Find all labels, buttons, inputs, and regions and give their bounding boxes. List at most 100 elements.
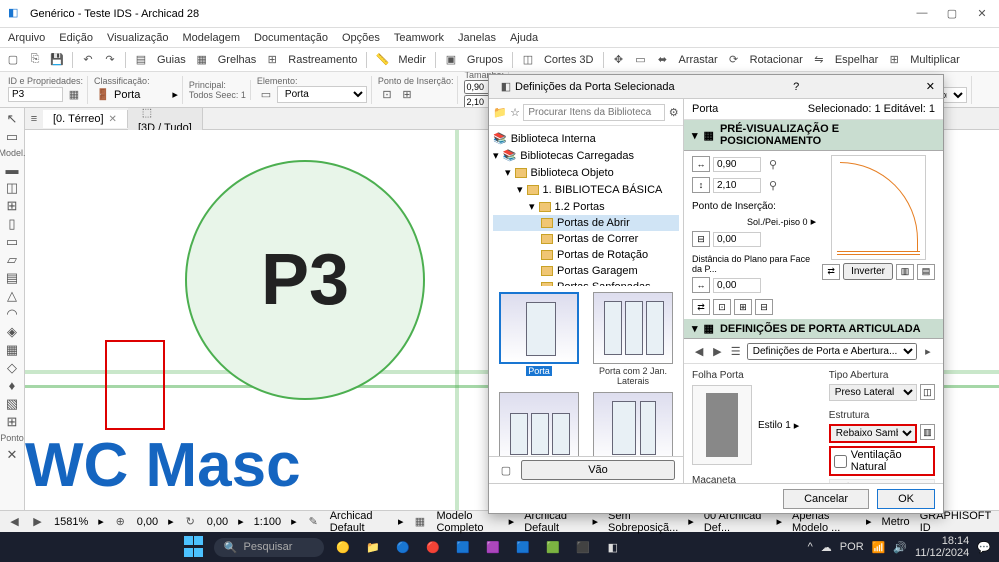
inverter-button2[interactable]: Inverter [843, 263, 893, 280]
roof-tool[interactable]: △ [2, 287, 22, 304]
tab-close-icon[interactable]: ✕ [109, 114, 117, 125]
multiply-label[interactable]: Multiplicar [907, 54, 963, 66]
multiply-icon[interactable]: ⊞ [885, 51, 903, 69]
grid-label[interactable]: Grelhas [215, 54, 260, 66]
archicad-taskbar-icon[interactable]: ◧ [602, 536, 624, 558]
height-icon[interactable]: ↕ [692, 177, 710, 193]
tree-abrir[interactable]: Portas de Abrir [493, 215, 679, 231]
zoom-out-icon[interactable]: ◀ [8, 513, 21, 531]
tray-volume-icon[interactable]: 🔊 [893, 541, 907, 554]
edge-icon[interactable]: 🔵 [392, 536, 414, 558]
tray-lang[interactable]: POR [840, 541, 864, 553]
rotate-label[interactable]: Rotacionar [747, 54, 806, 66]
tray-wifi-icon[interactable]: 📶 [872, 541, 886, 554]
shell-tool[interactable]: ◠ [2, 305, 22, 322]
tray-cloud-icon[interactable]: ☁ [821, 541, 832, 554]
object-tool[interactable]: ♦ [2, 377, 22, 394]
model-icon[interactable]: ▦ [413, 513, 426, 531]
grid-icon[interactable]: ▦ [193, 51, 211, 69]
marquee-tool[interactable]: ▭ [2, 128, 22, 145]
flip-icon-r[interactable]: ⇄ [692, 299, 710, 315]
arrow-tool[interactable]: ↖ [2, 110, 22, 127]
rotate-icon[interactable]: ⟳ [725, 51, 743, 69]
teams-icon[interactable]: 🟪 [482, 536, 504, 558]
tab-menu-icon[interactable]: ≡ [25, 110, 43, 128]
menu-arquivo[interactable]: Arquivo [8, 32, 45, 44]
class-value[interactable]: Porta [114, 89, 140, 101]
column-tool[interactable]: ▯ [2, 215, 22, 232]
link-icon[interactable]: ⚲ [764, 155, 782, 173]
tree-sanfonadas[interactable]: Portas Sanfonadas [493, 279, 679, 286]
dialog-help-icon[interactable]: ? [793, 81, 799, 93]
sol-label[interactable]: Sol./Pei.-piso 0 [747, 217, 808, 227]
slab-tool[interactable]: ▱ [2, 251, 22, 268]
chrome-icon[interactable]: 🔴 [422, 536, 444, 558]
thumb-2jan[interactable]: Porta com 2 Jan. Laterais [589, 292, 677, 386]
outlook-icon[interactable]: 🟦 [452, 536, 474, 558]
estrutura-select[interactable]: Rebaixo Sambiado [829, 424, 917, 443]
tray-time[interactable]: 18:14 [942, 535, 970, 547]
estrutura-icon[interactable]: ▥ [920, 424, 935, 440]
measure-icon[interactable]: 📏 [373, 51, 391, 69]
pen-icon[interactable]: ✎ [307, 513, 320, 531]
drag-label[interactable]: Arrastar [676, 54, 721, 66]
mirror-label[interactable]: Espelhar [832, 54, 881, 66]
scale-value[interactable]: 1:100 [254, 516, 282, 528]
pen-set[interactable]: Archicad Default [330, 510, 388, 534]
pan-icon[interactable]: ✥ [610, 51, 628, 69]
undo-icon[interactable]: ↶ [79, 51, 97, 69]
dist-icon2[interactable]: ↔ [692, 277, 710, 293]
sobre-select[interactable]: Sobre Batente [829, 479, 935, 483]
nav-prev-icon[interactable]: ◀ [692, 342, 706, 360]
tree-portas[interactable]: ▾1.2 Portas [493, 198, 679, 215]
id-input[interactable] [8, 87, 63, 102]
dialog-close-button[interactable]: ✕ [926, 80, 935, 93]
link-icon2[interactable]: ⚲ [764, 176, 782, 194]
ok-button[interactable]: OK [877, 489, 935, 509]
tree-objeto[interactable]: ▾Biblioteca Objeto [493, 164, 679, 181]
explorer-icon[interactable]: 📁 [362, 536, 384, 558]
redo-icon[interactable]: ↷ [101, 51, 119, 69]
tree-correr[interactable]: Portas de Correr [493, 231, 679, 247]
cut3d-label[interactable]: Cortes 3D [541, 54, 597, 66]
folder-icon[interactable]: 📁 [493, 103, 507, 121]
curtain-tool[interactable]: ▦ [2, 341, 22, 358]
ventilacao-check-row[interactable]: Ventilação Natural [829, 446, 935, 476]
vao-button[interactable]: Vão [521, 460, 675, 480]
gear-icon[interactable]: ⚙ [668, 103, 679, 121]
menu-edicao[interactable]: Edição [59, 32, 93, 44]
cut3d-icon[interactable]: ◫ [519, 51, 537, 69]
nav-next-icon[interactable]: ▶ [710, 342, 724, 360]
tipo-select[interactable]: Preso Lateral [829, 384, 917, 401]
guides-icon[interactable]: ▤ [132, 51, 150, 69]
id-more-icon[interactable]: ▦ [65, 86, 83, 104]
tray-chevron-icon[interactable]: ^ [808, 541, 813, 553]
menu-opcoes[interactable]: Opções [342, 32, 380, 44]
cancel-button[interactable]: Cancelar [783, 489, 869, 509]
thumb-2jan-trav[interactable]: Porta com 2 Jan. Laterais e Travessa [495, 392, 583, 456]
menu-janelas[interactable]: Janelas [458, 32, 496, 44]
anchor-icon2[interactable]: ⊞ [398, 86, 416, 104]
open-icon[interactable]: ⎘ [26, 51, 44, 69]
thumb-luz-lateral[interactable]: Porta com Luz Lateral no Lado 1 [589, 392, 677, 456]
menu-visualizacao[interactable]: Visualização [107, 32, 169, 44]
library-search-input[interactable] [523, 104, 665, 121]
taskbar-search[interactable]: 🔍Pesquisar [214, 538, 324, 557]
groups-label[interactable]: Grupos [464, 54, 506, 66]
nav-list-icon[interactable]: ☰ [729, 342, 743, 360]
tab-terreo[interactable]: [0. Térreo]✕ [43, 110, 128, 128]
beam-tool[interactable]: ▭ [2, 233, 22, 250]
app-icon2[interactable]: ⬛ [572, 536, 594, 558]
star-icon[interactable]: ☆ [510, 103, 521, 121]
panel-preview-header[interactable]: ▾▦PRÉ-VISUALIZAÇÃO E POSICIONAMENTO [684, 120, 943, 151]
door-marker-circle[interactable]: P3 [185, 160, 425, 400]
zoom-in-icon[interactable]: ▶ [31, 513, 44, 531]
tree-basica[interactable]: ▾1. BIBLIOTECA BÁSICA [493, 181, 679, 198]
groups-icon[interactable]: ▣ [442, 51, 460, 69]
ventilacao-checkbox[interactable] [834, 455, 847, 468]
pan-status-icon[interactable]: ⊕ [114, 513, 127, 531]
vao-icon[interactable]: ▢ [497, 461, 515, 479]
measure-label[interactable]: Medir [395, 54, 429, 66]
flip-preview-icon[interactable]: ⇄ [822, 264, 840, 280]
skylight-tool[interactable]: ◈ [2, 323, 22, 340]
